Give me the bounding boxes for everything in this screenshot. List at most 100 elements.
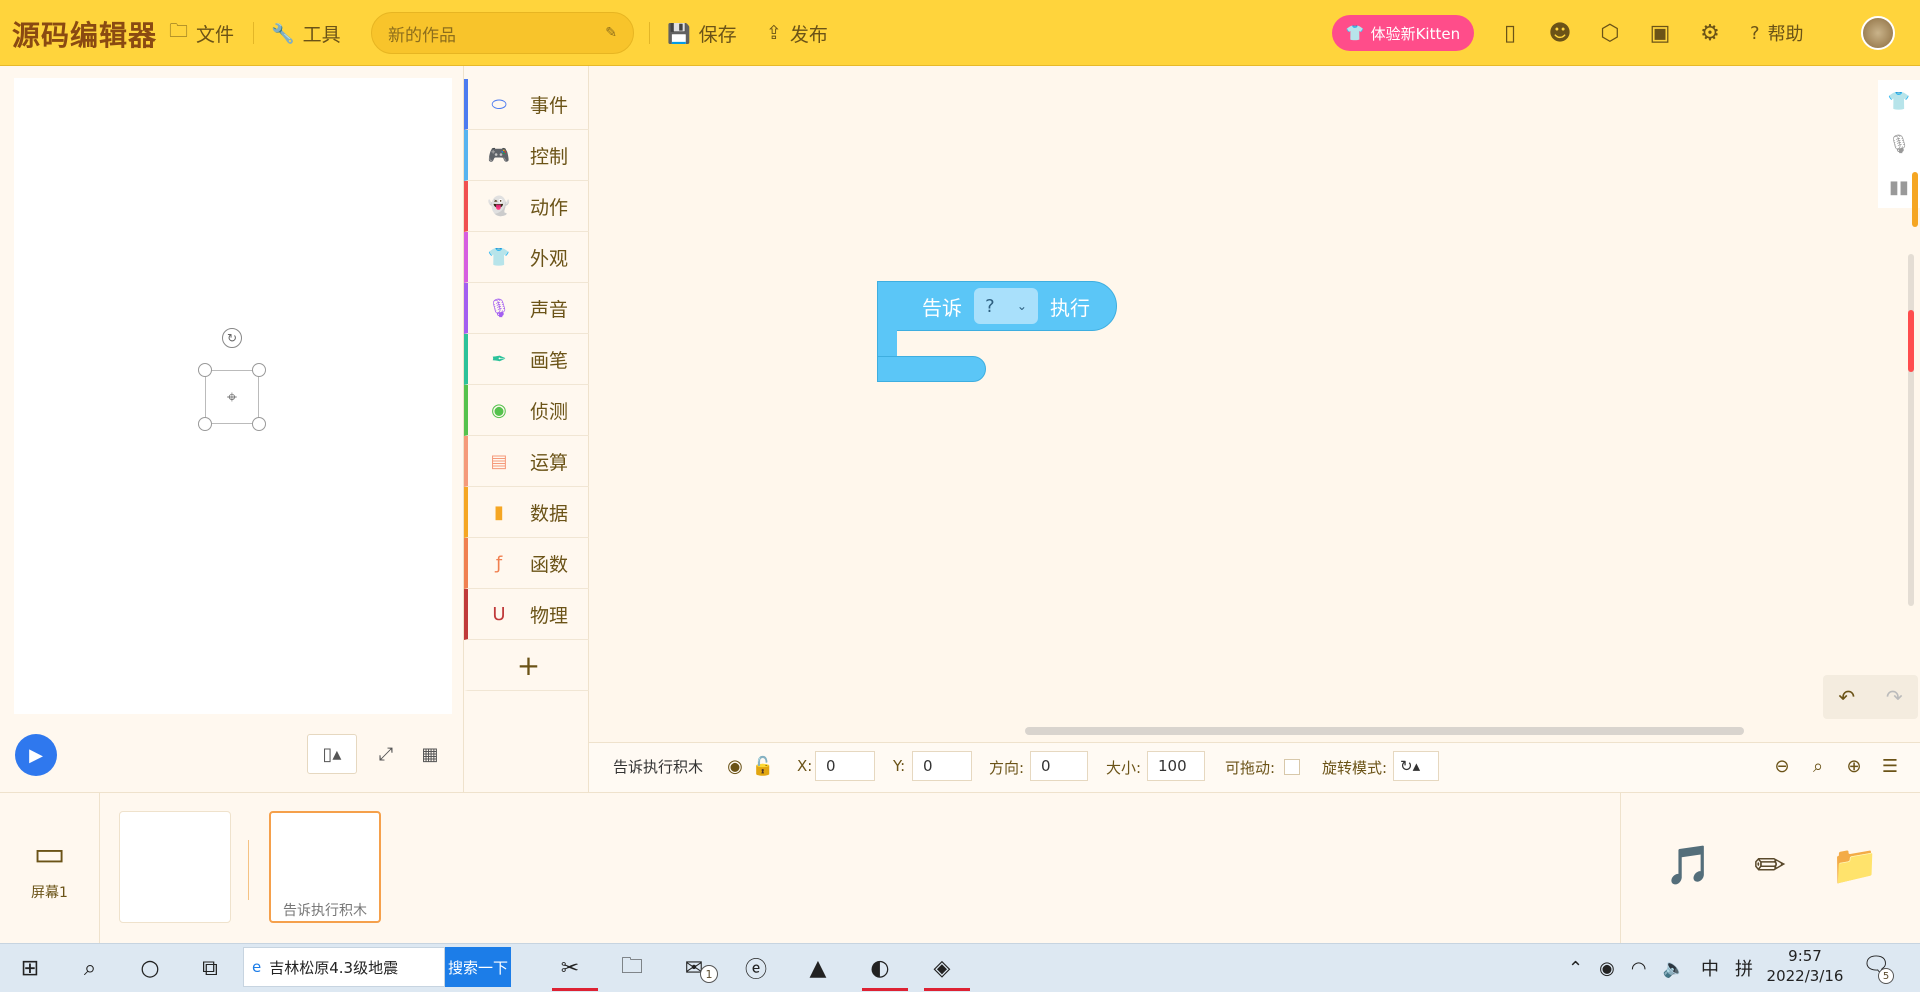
block-target-dropdown[interactable]: ? ⌄: [974, 288, 1038, 324]
category-functions[interactable]: ƒ 函数: [464, 538, 589, 589]
pencil-icon: ✎: [605, 25, 617, 41]
code-workspace[interactable]: [589, 66, 1920, 742]
redo-icon[interactable]: ↷: [1886, 685, 1903, 709]
add-folder-icon[interactable]: 📁: [1830, 840, 1880, 890]
zoom-in-icon[interactable]: ⊕: [1842, 754, 1866, 778]
category-pen[interactable]: ✒ 画笔: [464, 334, 589, 385]
chevron-up-icon[interactable]: ⌃: [1568, 958, 1583, 979]
panel-scroll-indicator[interactable]: [1912, 172, 1918, 227]
try-kitten-button[interactable]: 👕 体验新Kitten: [1332, 15, 1474, 51]
gamepad-icon: 🎮: [487, 144, 511, 166]
size-field[interactable]: 100: [1147, 751, 1205, 781]
resize-handle[interactable]: [198, 363, 212, 377]
shirt-icon: 👕: [1345, 24, 1365, 42]
zoom-reset-icon[interactable]: ⌕: [1806, 754, 1830, 778]
sound-tab[interactable]: 🎙: [1878, 123, 1920, 165]
robot-icon[interactable]: ☻: [1546, 19, 1574, 47]
cortana-icon[interactable]: ○: [132, 950, 168, 986]
device-icon[interactable]: ▯: [1496, 19, 1524, 47]
app-logo[interactable]: 源码编辑器: [12, 14, 157, 54]
category-sensing[interactable]: ◉ 侦测: [464, 385, 589, 436]
file-menu-label: 文件: [196, 23, 235, 46]
resize-handle[interactable]: [252, 363, 266, 377]
category-sound[interactable]: 🎙 声音: [464, 283, 589, 334]
snipping-tool-icon[interactable]: ✂: [552, 950, 588, 986]
category-looks[interactable]: 👕 外观: [464, 232, 589, 283]
ghost-icon: 👻: [487, 195, 511, 217]
x-field[interactable]: 0: [815, 751, 875, 781]
taskbar-clock[interactable]: 9:57 2022/3/16: [1760, 946, 1850, 986]
zoom-out-icon[interactable]: ⊖: [1770, 754, 1794, 778]
backpack-icon[interactable]: ▣: [1646, 19, 1674, 47]
project-name-input[interactable]: 新的作品 ✎: [371, 12, 634, 54]
undo-icon[interactable]: ↶: [1838, 685, 1855, 709]
direction-field[interactable]: 0: [1030, 751, 1088, 781]
vertical-scrollbar[interactable]: [1908, 254, 1914, 606]
rotate-handle-icon[interactable]: ↻: [222, 328, 242, 348]
taskbar-search-button[interactable]: 搜索一下: [445, 947, 511, 987]
screen-selector[interactable]: ▭ 屏幕1: [0, 792, 100, 943]
save-button[interactable]: 💾 保存: [667, 20, 737, 46]
grid-button[interactable]: ▦: [410, 734, 450, 774]
file-explorer-icon[interactable]: 🗀: [614, 950, 650, 986]
radar-icon: ◉: [491, 399, 507, 421]
help-button[interactable]: ? 帮助: [1750, 20, 1804, 46]
save-icon: 💾: [667, 22, 691, 45]
horizontal-scrollbar[interactable]: [1025, 727, 1744, 735]
resize-handle[interactable]: [252, 417, 266, 431]
category-control[interactable]: 🎮 控制: [464, 130, 589, 181]
taskbar-search-text: 吉林松原4.3级地震: [269, 958, 399, 977]
costume-tab[interactable]: 👕: [1878, 80, 1920, 122]
category-data[interactable]: ▮ 数据: [464, 487, 589, 538]
windows-start-icon[interactable]: ⊞: [12, 950, 48, 986]
running-indicator: [862, 988, 908, 991]
category-physics[interactable]: U 物理: [464, 589, 589, 640]
publish-button[interactable]: ⇪ 发布: [766, 20, 828, 46]
volume-icon[interactable]: 🔈: [1663, 958, 1685, 979]
device-mode-button[interactable]: ▯▴: [307, 734, 357, 774]
edge-legacy-icon[interactable]: ⓔ: [738, 950, 774, 986]
grid-icon: ▦: [421, 743, 439, 765]
microphone-icon: 🎙: [487, 297, 511, 319]
divider: [649, 22, 650, 44]
category-label: 运算: [530, 451, 569, 474]
search-icon[interactable]: ⌕: [72, 950, 108, 986]
menu-icon[interactable]: ☰: [1878, 754, 1902, 778]
vertical-scroll-thumb[interactable]: [1908, 310, 1914, 372]
add-extension-button[interactable]: +: [464, 640, 589, 691]
fullscreen-button[interactable]: ⤢: [366, 734, 406, 774]
gear-icon[interactable]: ⚙: [1696, 19, 1724, 47]
code-editor-app-icon[interactable]: ◈: [924, 950, 960, 986]
avatar[interactable]: [1861, 16, 1895, 50]
tell-execute-block[interactable]: 告诉 ? ⌄ 执行: [877, 281, 1117, 331]
eye-icon[interactable]: ◉: [723, 754, 747, 778]
taskbar-search-box[interactable]: e 吉林松原4.3级地震: [243, 947, 445, 987]
unlock-icon[interactable]: 🔓: [751, 754, 775, 778]
security-icon[interactable]: ◉: [1599, 958, 1615, 979]
chevron-down-icon: ⌄: [1016, 299, 1027, 313]
ime-mode[interactable]: 拼: [1735, 955, 1753, 981]
category-motion[interactable]: 👻 动作: [464, 181, 589, 232]
cubes-icon[interactable]: ⬡: [1596, 19, 1624, 47]
category-operators[interactable]: ▤ 运算: [464, 436, 589, 487]
task-view-icon[interactable]: ⧉: [192, 950, 228, 986]
function-icon: ƒ: [495, 552, 503, 574]
file-menu[interactable]: 🗀 文件: [169, 20, 234, 46]
play-button[interactable]: ▶: [15, 734, 57, 776]
edge-browser-icon[interactable]: ◐: [862, 950, 898, 986]
draggable-checkbox[interactable]: [1284, 759, 1300, 775]
ime-language[interactable]: 中: [1701, 955, 1719, 981]
rotation-mode-select[interactable]: ↻▴: [1393, 751, 1439, 781]
sprite-thumbnail[interactable]: [119, 811, 231, 923]
y-field[interactable]: 0: [912, 751, 972, 781]
network-icon[interactable]: ◠: [1631, 958, 1647, 979]
category-label: 物理: [530, 604, 569, 627]
resize-handle[interactable]: [198, 417, 212, 431]
tools-menu[interactable]: 🔧 工具: [271, 20, 341, 46]
photos-icon[interactable]: ▲: [800, 950, 836, 986]
category-label: 事件: [530, 94, 569, 117]
sprite-name-field[interactable]: 告诉执行积木: [603, 751, 723, 781]
category-events[interactable]: ⬭ 事件: [464, 79, 589, 130]
music-library-icon[interactable]: 🎵: [1664, 840, 1714, 890]
draw-sprite-icon[interactable]: ✏: [1745, 840, 1795, 890]
